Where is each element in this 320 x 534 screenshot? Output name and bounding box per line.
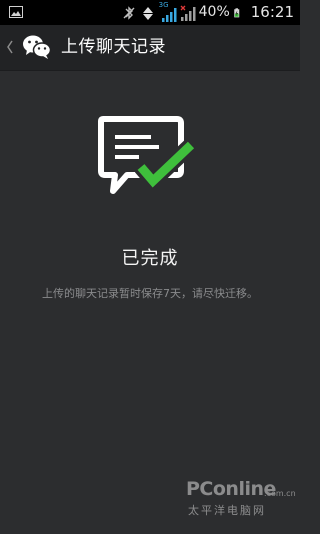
completion-title: 已完成	[121, 248, 179, 269]
gallery-icon	[9, 6, 23, 18]
data-transfer-icon	[142, 6, 153, 20]
watermark-brand: PConline	[186, 478, 276, 500]
signal-no-service-icon	[180, 5, 196, 21]
battery-percent: 40%	[198, 4, 230, 20]
status-bar: 3G 40% 16:21	[0, 0, 300, 25]
wechat-logo-icon[interactable]	[22, 34, 52, 60]
status-icons: 3G 40% 16:21	[121, 0, 294, 25]
watermark-brand-cn: 太平洋电脑网	[188, 504, 266, 517]
chat-check-icon	[98, 116, 197, 194]
signal-icon: 3G	[159, 1, 177, 22]
completion-subtitle: 上传的聊天记录暂时保存7天，请尽快迁移。	[42, 287, 258, 300]
bluetooth-off-icon	[123, 5, 135, 20]
pconline-watermark: PConline .com.cn 太平洋电脑网	[186, 478, 296, 530]
watermark-domain: .com.cn	[264, 489, 296, 498]
title-bar: 上传聊天记录	[0, 25, 300, 71]
battery-charging-icon	[234, 7, 240, 17]
page-title: 上传聊天记录	[61, 37, 166, 57]
chevron-left-icon[interactable]	[6, 39, 14, 55]
clock: 16:21	[250, 3, 294, 21]
